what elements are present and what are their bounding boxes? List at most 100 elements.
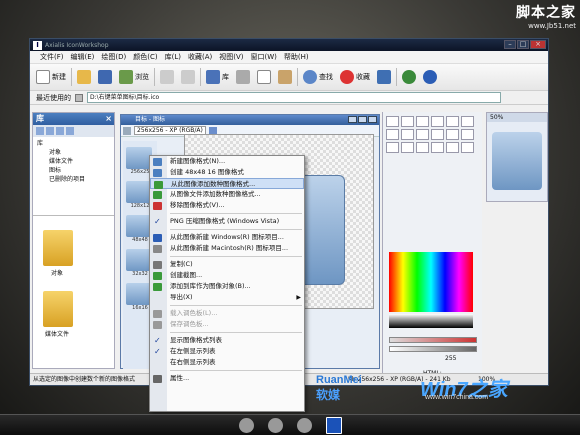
menu-item[interactable]: 属性... — [150, 373, 304, 384]
add-icon[interactable] — [36, 127, 44, 135]
favorites-button[interactable]: 收藏 — [338, 67, 372, 87]
opacity-slider[interactable] — [389, 337, 477, 343]
picker-tool-icon[interactable] — [386, 142, 399, 153]
eraser-tool-icon[interactable] — [461, 116, 474, 127]
recent-path-field[interactable]: D:\右键菜单图标\目标.ico — [87, 92, 501, 103]
menu-favorites[interactable]: 收藏(A) — [188, 52, 212, 62]
redo-button[interactable] — [179, 67, 197, 87]
library-tree: 库 对象 媒体文件 图标 已删除的项目 — [33, 137, 114, 207]
document-title-bar[interactable]: 目标 - 图标 — [121, 115, 379, 125]
doc-maximize-button[interactable] — [358, 116, 367, 123]
shade-palette[interactable] — [389, 314, 473, 328]
cut-button[interactable] — [234, 67, 252, 87]
rect-tool-icon[interactable] — [386, 129, 399, 140]
menu-item[interactable]: 添加到库作为图像对象(B)... — [150, 281, 304, 292]
menu-edit[interactable]: 编辑(E) — [71, 52, 95, 62]
maximize-button[interactable]: □ — [517, 40, 529, 49]
menu-item[interactable]: 复制(C) — [150, 259, 304, 270]
clone-tool-icon[interactable] — [461, 142, 474, 153]
open-button[interactable] — [75, 67, 93, 87]
pencil-tool-icon[interactable] — [401, 116, 414, 127]
menu-item[interactable]: 从此图像添加数种图像格式... — [150, 178, 304, 189]
properties-icon[interactable] — [66, 127, 74, 135]
folder-item[interactable]: 对象 — [33, 230, 114, 277]
opacity-value[interactable]: 255 — [383, 355, 483, 362]
menu-item-icon — [153, 261, 162, 269]
menu-library[interactable]: 库(L) — [165, 52, 181, 62]
delete-icon[interactable] — [56, 127, 64, 135]
menu-file[interactable]: 文件(F) — [40, 52, 64, 62]
taskbar — [0, 414, 580, 435]
save-button[interactable] — [96, 67, 114, 87]
menu-view[interactable]: 视图(V) — [219, 52, 243, 62]
undo-button[interactable] — [158, 67, 176, 87]
taskbar-app-icon[interactable] — [296, 417, 312, 433]
taskbar-app-icon[interactable] — [267, 417, 283, 433]
toolbar-separator — [396, 68, 397, 86]
menu-item[interactable]: 导出(X) ▶ — [150, 292, 304, 303]
menu-item[interactable]: 移除图像格式(V)... — [150, 200, 304, 211]
menu-item[interactable]: 从此图像新建 Windows(R) 图标项目... — [150, 232, 304, 243]
move-tool-icon[interactable] — [446, 142, 459, 153]
close-button[interactable]: × — [530, 40, 546, 49]
blur-tool-icon[interactable] — [416, 142, 429, 153]
sharpen-tool-icon[interactable] — [431, 142, 444, 153]
taskbar-iconworkshop-icon[interactable] — [325, 416, 342, 434]
paste-button[interactable] — [276, 67, 294, 87]
fill-tool-icon[interactable] — [446, 116, 459, 127]
text-tool-icon[interactable] — [461, 129, 474, 140]
copy-button[interactable] — [255, 67, 273, 87]
menu-item[interactable]: 在右侧显示列表 — [150, 357, 304, 368]
menu-item-icon — [153, 283, 162, 291]
line-tool-icon[interactable] — [416, 116, 429, 127]
menu-item[interactable]: 新建图像格式(N)... — [150, 156, 304, 167]
tree-item-icons[interactable]: 图标 — [37, 166, 110, 175]
menu-item-label: 创建 48x48 16 图像格式 — [170, 168, 244, 176]
brush-slider[interactable] — [389, 346, 477, 352]
doc-minimize-button[interactable] — [348, 116, 357, 123]
redo-icon — [181, 70, 195, 84]
rect-fill-tool-icon[interactable] — [416, 129, 429, 140]
zoom-tool-icon[interactable] — [401, 142, 414, 153]
menu-item[interactable]: ✓ 显示图像格式列表 — [150, 335, 304, 346]
gradient-tool-icon[interactable] — [446, 129, 459, 140]
new-button[interactable]: 新建 — [34, 67, 68, 87]
menu-item[interactable]: 从图像文件添加数种图像格式... — [150, 189, 304, 200]
menu-window[interactable]: 窗口(W) — [251, 52, 277, 62]
tree-item-deleted[interactable]: 已删除的项目 — [37, 175, 110, 184]
ruanmei-logo-cn: 软媒 — [316, 388, 341, 402]
find-button[interactable]: 查找 — [301, 67, 335, 87]
menu-item[interactable]: ✓ 在左侧显示列表 — [150, 346, 304, 357]
ellipse-fill-tool-icon[interactable] — [431, 129, 444, 140]
brush-tool-icon[interactable] — [431, 116, 444, 127]
help-button[interactable] — [421, 67, 439, 87]
menu-item-label: 显示图像格式列表 — [170, 336, 222, 344]
taskbar-app-icon[interactable] — [238, 417, 254, 433]
tree-item-objects[interactable]: 对象 — [37, 148, 110, 157]
menu-help[interactable]: 帮助(H) — [284, 52, 309, 62]
select-tool-icon[interactable] — [386, 116, 399, 127]
preview-zoom[interactable]: 50% — [487, 113, 547, 122]
folder-icon[interactable] — [46, 127, 54, 135]
menu-item-label: 新建图像格式(N)... — [170, 157, 226, 165]
zoom-icon[interactable] — [123, 126, 131, 135]
menu-item[interactable]: ✓ PNG 压缩图像格式 (Windows Vista) — [150, 216, 304, 227]
menu-item[interactable]: 从此图像新建 Macintosh(R) 图标项目... — [150, 243, 304, 254]
web-button[interactable] — [400, 67, 418, 87]
tree-item-media[interactable]: 媒体文件 — [37, 157, 110, 166]
doc-close-button[interactable] — [368, 116, 377, 123]
menu-draw[interactable]: 绘图(D) — [101, 52, 126, 62]
menu-item[interactable]: 创建截图... — [150, 270, 304, 281]
color-palette[interactable] — [389, 252, 473, 312]
close-icon[interactable]: × — [105, 113, 112, 125]
browse-button[interactable]: 浏览 — [117, 67, 151, 87]
menu-item[interactable]: 创建 48x48 16 图像格式 — [150, 167, 304, 178]
ellipse-tool-icon[interactable] — [401, 129, 414, 140]
folder-item[interactable]: 媒体文件 — [33, 291, 114, 338]
library-button[interactable]: 库 — [204, 67, 231, 87]
title-bar[interactable]: I Axialis IconWorkshop – □ × — [30, 39, 548, 51]
monitor-button[interactable] — [375, 67, 393, 87]
tree-item-library[interactable]: 库 — [37, 139, 110, 148]
minimize-button[interactable]: – — [504, 40, 516, 49]
menu-color[interactable]: 颜色(C) — [133, 52, 157, 62]
